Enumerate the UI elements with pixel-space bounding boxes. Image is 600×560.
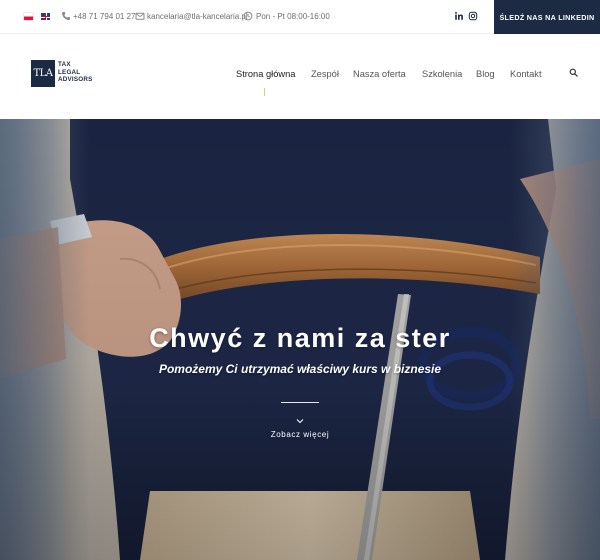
follow-linkedin-button[interactable]: ŚLEDŹ NAS NA LINKEDIN <box>494 0 600 34</box>
hero-divider <box>281 402 319 403</box>
hero-subtitle: Pomożemy Ci utrzymać właściwy kurs w biz… <box>158 362 442 376</box>
nav-item-home[interactable]: Strona główna <box>236 68 295 80</box>
phone-icon <box>62 12 70 20</box>
separator: · <box>235 12 238 21</box>
office-hours: Pon - Pt 08:00-16:00 <box>256 12 330 21</box>
nav-item-training[interactable]: Szkolenia <box>422 68 462 80</box>
active-nav-indicator <box>264 88 265 96</box>
top-bar: +48 71 794 01 27 · kancelaria@tla-kancel… <box>0 0 600 34</box>
clock-icon <box>243 11 253 21</box>
site-header: TLA TAX LEGAL ADVISORS Strona główna Zes… <box>0 34 600 119</box>
nav-item-blog[interactable]: Blog <box>476 68 495 80</box>
logo-mark[interactable]: TLA <box>31 60 55 87</box>
email-link[interactable]: kancelaria@tla-kancelaria.pl <box>147 11 248 22</box>
logo-line-advisors: ADVISORS <box>58 76 93 84</box>
linkedin-icon[interactable] <box>454 11 464 21</box>
see-more-link[interactable]: Zobacz więcej <box>0 430 600 440</box>
hero-title: Chwyć z nami za ster <box>149 323 451 353</box>
separator: · <box>127 12 130 21</box>
mail-icon <box>135 12 145 20</box>
instagram-icon[interactable] <box>468 11 478 21</box>
nav-item-offer[interactable]: Nasza oferta <box>353 68 406 80</box>
language-flag-en[interactable] <box>41 13 50 20</box>
language-flag-pl[interactable] <box>24 13 33 20</box>
logo-line-tax: TAX <box>58 61 71 68</box>
nav-item-contact[interactable]: Kontakt <box>510 68 542 80</box>
chevron-down-icon[interactable] <box>296 418 304 424</box>
search-icon[interactable] <box>569 68 578 77</box>
nav-item-team[interactable]: Zespół <box>311 68 339 80</box>
logo-line-legal: LEGAL <box>58 68 81 76</box>
logo-wordmark[interactable]: TAX LEGAL ADVISORS <box>58 61 93 84</box>
hero-banner: Chwyć z nami za ster Pomożemy Ci utrzyma… <box>0 119 600 560</box>
